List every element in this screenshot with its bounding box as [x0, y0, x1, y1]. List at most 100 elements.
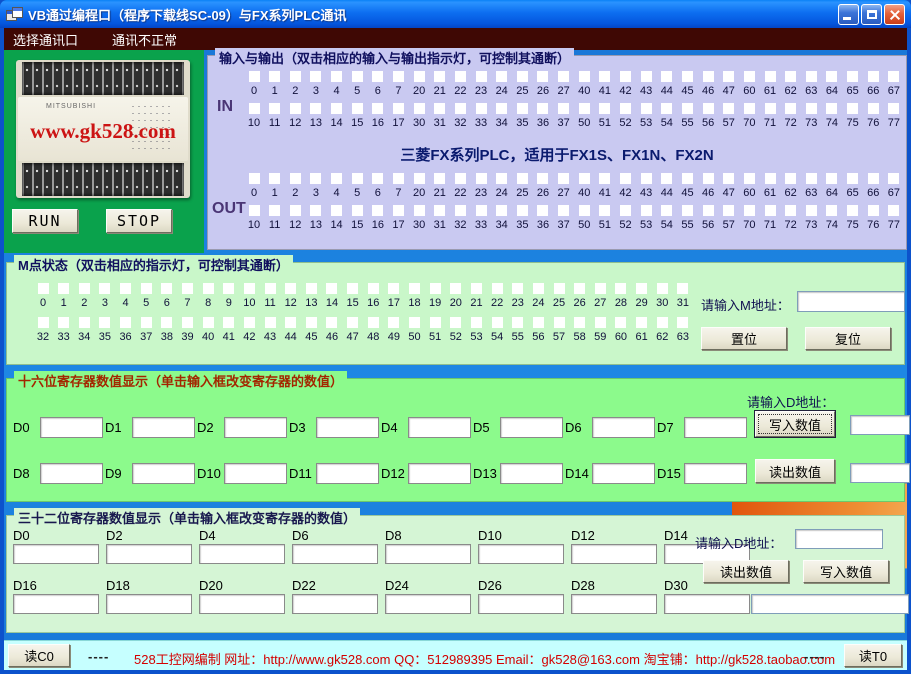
- m-lamp-6[interactable]: [161, 283, 172, 294]
- in-lamp-71[interactable]: [765, 103, 776, 114]
- m-lamp-9[interactable]: [223, 283, 234, 294]
- register-input-D5[interactable]: [500, 417, 563, 438]
- m-lamp-24[interactable]: [533, 283, 544, 294]
- in-lamp-31[interactable]: [434, 103, 445, 114]
- in-lamp-1[interactable]: [269, 71, 280, 82]
- reg16-read-button[interactable]: 读出数值: [755, 459, 835, 483]
- m-lamp-60[interactable]: [615, 317, 626, 328]
- in-lamp-35[interactable]: [517, 103, 528, 114]
- in-lamp-3[interactable]: [310, 71, 321, 82]
- out-lamp-41[interactable]: [599, 173, 610, 184]
- m-lamp-38[interactable]: [161, 317, 172, 328]
- in-lamp-30[interactable]: [414, 103, 425, 114]
- m-lamp-45[interactable]: [306, 317, 317, 328]
- m-lamp-58[interactable]: [574, 317, 585, 328]
- m-lamp-21[interactable]: [471, 283, 482, 294]
- read-t0-button[interactable]: 读T0: [844, 644, 902, 667]
- register-input-D9[interactable]: [132, 463, 195, 484]
- m-lamp-12[interactable]: [285, 283, 296, 294]
- in-lamp-16[interactable]: [372, 103, 383, 114]
- out-lamp-26[interactable]: [537, 173, 548, 184]
- in-lamp-45[interactable]: [682, 71, 693, 82]
- in-lamp-72[interactable]: [785, 103, 796, 114]
- in-lamp-46[interactable]: [703, 71, 714, 82]
- reg32-address-input[interactable]: [795, 529, 883, 549]
- m-lamp-36[interactable]: [120, 317, 131, 328]
- register-input-D6[interactable]: [592, 417, 655, 438]
- m-lamp-22[interactable]: [492, 283, 503, 294]
- m-lamp-14[interactable]: [326, 283, 337, 294]
- run-button[interactable]: RUN: [12, 209, 78, 233]
- out-lamp-37[interactable]: [558, 205, 569, 216]
- out-lamp-73[interactable]: [806, 205, 817, 216]
- out-lamp-66[interactable]: [868, 173, 879, 184]
- out-lamp-21[interactable]: [434, 173, 445, 184]
- out-lamp-65[interactable]: [847, 173, 858, 184]
- register-input-D6[interactable]: [292, 544, 378, 564]
- register-input-D4[interactable]: [199, 544, 285, 564]
- in-lamp-65[interactable]: [847, 71, 858, 82]
- in-lamp-15[interactable]: [352, 103, 363, 114]
- out-lamp-2[interactable]: [290, 173, 301, 184]
- m-lamp-51[interactable]: [430, 317, 441, 328]
- out-lamp-52[interactable]: [620, 205, 631, 216]
- in-lamp-42[interactable]: [620, 71, 631, 82]
- out-lamp-35[interactable]: [517, 205, 528, 216]
- in-lamp-14[interactable]: [331, 103, 342, 114]
- out-lamp-70[interactable]: [744, 205, 755, 216]
- close-button[interactable]: [884, 4, 905, 25]
- m-lamp-46[interactable]: [326, 317, 337, 328]
- out-lamp-72[interactable]: [785, 205, 796, 216]
- in-lamp-12[interactable]: [290, 103, 301, 114]
- out-lamp-30[interactable]: [414, 205, 425, 216]
- out-lamp-47[interactable]: [723, 173, 734, 184]
- in-lamp-23[interactable]: [476, 71, 487, 82]
- out-lamp-1[interactable]: [269, 173, 280, 184]
- m-lamp-57[interactable]: [554, 317, 565, 328]
- out-lamp-17[interactable]: [393, 205, 404, 216]
- m-lamp-32[interactable]: [38, 317, 49, 328]
- out-lamp-0[interactable]: [249, 173, 260, 184]
- register-input-D26[interactable]: [478, 594, 564, 614]
- m-lamp-23[interactable]: [512, 283, 523, 294]
- out-lamp-56[interactable]: [703, 205, 714, 216]
- in-lamp-77[interactable]: [888, 103, 899, 114]
- m-lamp-4[interactable]: [120, 283, 131, 294]
- in-lamp-76[interactable]: [868, 103, 879, 114]
- register-input-D2[interactable]: [106, 544, 192, 564]
- out-lamp-24[interactable]: [496, 173, 507, 184]
- in-lamp-55[interactable]: [682, 103, 693, 114]
- out-lamp-43[interactable]: [641, 173, 652, 184]
- register-input-D24[interactable]: [385, 594, 471, 614]
- minimize-button[interactable]: [838, 4, 859, 25]
- reg32-result-input[interactable]: [751, 594, 909, 614]
- reg16-write-button[interactable]: 写入数值: [755, 411, 835, 437]
- m-lamp-0[interactable]: [38, 283, 49, 294]
- out-lamp-14[interactable]: [331, 205, 342, 216]
- in-lamp-11[interactable]: [269, 103, 280, 114]
- m-lamp-43[interactable]: [265, 317, 276, 328]
- m-lamp-40[interactable]: [203, 317, 214, 328]
- in-lamp-36[interactable]: [537, 103, 548, 114]
- m-lamp-2[interactable]: [79, 283, 90, 294]
- in-lamp-64[interactable]: [826, 71, 837, 82]
- set-button[interactable]: 置位: [701, 327, 787, 350]
- m-lamp-39[interactable]: [182, 317, 193, 328]
- m-lamp-19[interactable]: [430, 283, 441, 294]
- in-lamp-6[interactable]: [372, 71, 383, 82]
- out-lamp-63[interactable]: [806, 173, 817, 184]
- m-lamp-3[interactable]: [99, 283, 110, 294]
- register-input-D1[interactable]: [132, 417, 195, 438]
- m-lamp-1[interactable]: [58, 283, 69, 294]
- in-lamp-0[interactable]: [249, 71, 260, 82]
- out-lamp-13[interactable]: [310, 205, 321, 216]
- in-lamp-27[interactable]: [558, 71, 569, 82]
- out-lamp-53[interactable]: [641, 205, 652, 216]
- reg16-read-input[interactable]: [850, 463, 910, 483]
- in-lamp-62[interactable]: [785, 71, 796, 82]
- out-lamp-44[interactable]: [661, 173, 672, 184]
- out-lamp-34[interactable]: [496, 205, 507, 216]
- out-lamp-6[interactable]: [372, 173, 383, 184]
- m-lamp-13[interactable]: [306, 283, 317, 294]
- out-lamp-31[interactable]: [434, 205, 445, 216]
